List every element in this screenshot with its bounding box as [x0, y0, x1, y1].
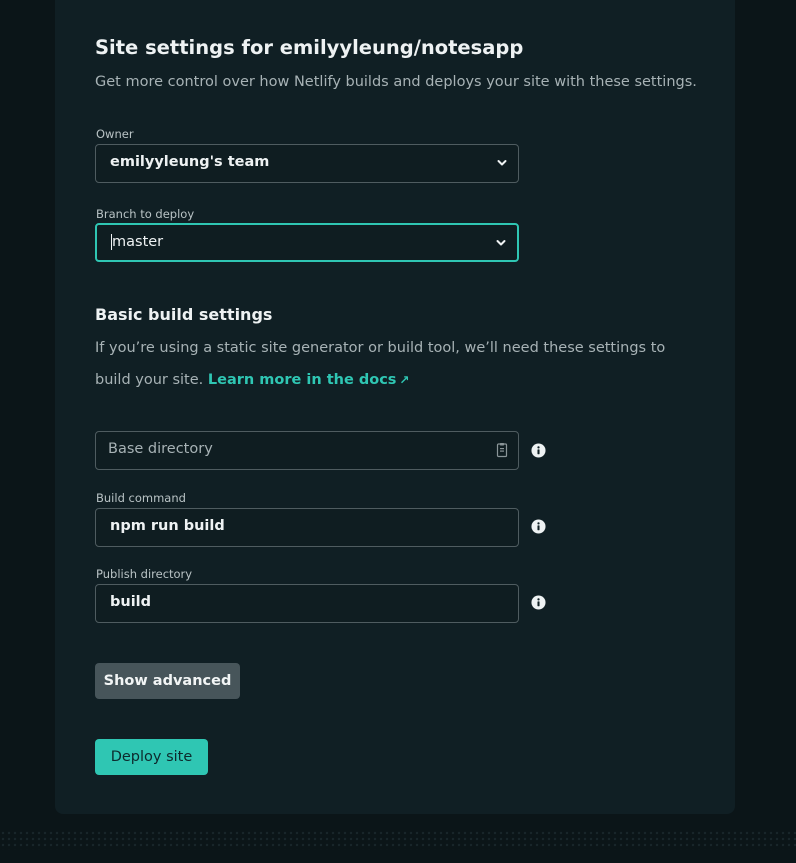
build-command-input[interactable]: npm run build — [95, 508, 519, 547]
page: Site settings for emilyyleung/notesapp G… — [0, 0, 796, 863]
build-settings-description: If you’re using a static site generator … — [95, 332, 695, 396]
learn-more-link-text: Learn more in the docs — [207, 372, 397, 388]
clipboard-icon — [496, 443, 508, 458]
publish-directory-value: build — [110, 594, 152, 610]
page-subtitle: Get more control over how Netlify builds… — [95, 74, 697, 90]
owner-label: Owner — [96, 127, 134, 141]
build-settings-title: Basic build settings — [95, 305, 273, 324]
chevron-down-icon — [496, 240, 506, 246]
learn-more-link[interactable]: Learn more in the docs ↗ — [208, 372, 410, 388]
info-icon[interactable] — [531, 595, 546, 610]
page-title: Site settings for emilyyleung/notesapp — [95, 36, 524, 59]
build-command-label: Build command — [96, 491, 186, 505]
owner-select[interactable]: emilyyleung's team — [95, 144, 519, 183]
owner-value: emilyyleung's team — [110, 154, 270, 170]
chevron-down-icon — [497, 160, 507, 166]
info-icon[interactable] — [531, 519, 546, 534]
publish-directory-input[interactable]: build — [95, 584, 519, 623]
publish-directory-label: Publish directory — [96, 567, 193, 581]
build-command-value: npm run build — [110, 518, 225, 534]
base-directory-input[interactable]: Base directory — [95, 431, 519, 470]
branch-label: Branch to deploy — [96, 207, 195, 221]
external-link-icon: ↗ — [399, 373, 410, 387]
branch-select[interactable]: master — [95, 223, 519, 262]
deploy-site-button[interactable]: Deploy site — [95, 739, 208, 775]
base-directory-placeholder: Base directory — [108, 441, 213, 457]
dotted-background — [0, 830, 796, 850]
branch-value: master — [111, 234, 164, 250]
show-advanced-button[interactable]: Show advanced — [95, 663, 240, 699]
info-icon[interactable] — [531, 443, 546, 458]
